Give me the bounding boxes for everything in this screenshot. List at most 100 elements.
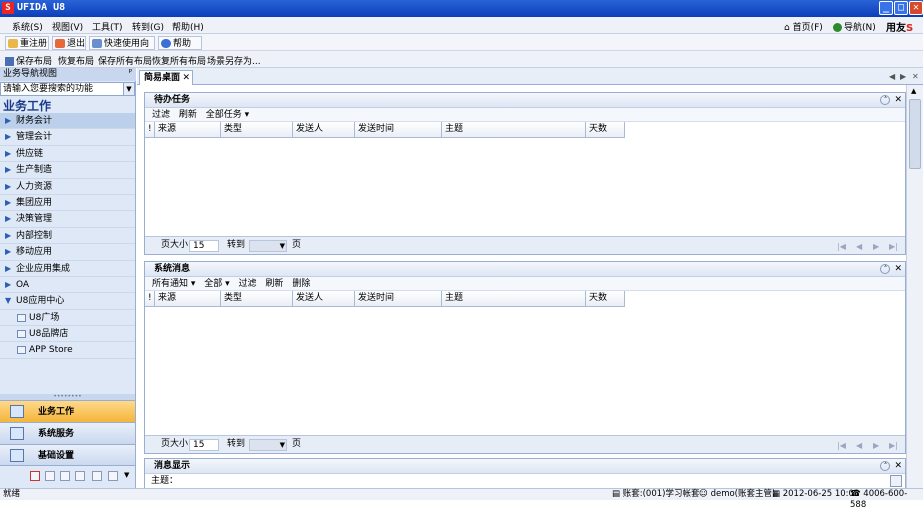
menu-tools[interactable]: 工具(T) <box>92 20 123 33</box>
nav-item-hr[interactable]: ▶ 人力资源 <box>0 179 135 195</box>
first-page-icon[interactable]: |◀ <box>837 238 846 255</box>
col-priority[interactable]: ! <box>145 122 155 138</box>
close-icon[interactable]: ✕ <box>894 264 902 274</box>
maximize-button[interactable]: □ <box>894 1 908 15</box>
tab-close-icon[interactable]: ✕ <box>182 71 190 85</box>
first-page-icon[interactable]: |◀ <box>837 437 846 454</box>
module-basic-settings[interactable]: 基础设置 <box>0 444 135 466</box>
module-shortcut-icon[interactable] <box>60 471 70 481</box>
goto-page-select[interactable]: ▼ <box>249 439 287 451</box>
tab-scroll-left-icon[interactable]: ◀ <box>889 72 895 81</box>
home-button[interactable]: ⌂ 首页(F) <box>784 20 823 33</box>
refresh-button[interactable]: 刷新 <box>179 110 197 120</box>
delete-button[interactable]: 删除 <box>292 279 310 289</box>
close-icon[interactable]: ✕ <box>894 95 902 105</box>
menu-help[interactable]: 帮助(H) <box>172 20 204 33</box>
pin-icon[interactable]: ᴾ <box>129 68 132 81</box>
nav-item-manufacturing[interactable]: ▶ 生产制造 <box>0 162 135 179</box>
col-type[interactable]: 类型 <box>221 291 293 307</box>
nav-item-finance[interactable]: ▶ 财务会计 <box>0 113 135 130</box>
module-shortcut-icon[interactable] <box>108 471 118 481</box>
save-scene-as-button[interactable]: 场景另存为... <box>207 54 261 67</box>
menu-system[interactable]: 系统(S) <box>12 20 43 33</box>
module-shortcut-icon[interactable] <box>45 471 55 481</box>
col-priority[interactable]: ! <box>145 291 155 307</box>
nav-item-decision[interactable]: ▶ 决策管理 <box>0 211 135 228</box>
filter-button[interactable]: 过滤 <box>152 110 170 120</box>
next-page-icon[interactable]: ▶ <box>873 238 879 255</box>
nav-item-internal-control[interactable]: ▶ 内部控制 <box>0 228 135 245</box>
nav-item-management-accounting[interactable]: ▶ 管理会计 <box>0 129 135 146</box>
nav-item-oa[interactable]: ▶ OA <box>0 277 135 294</box>
module-shortcut-icon[interactable] <box>75 471 85 481</box>
close-button[interactable]: ✕ <box>909 1 923 15</box>
restore-all-layouts-button[interactable]: 恢复所有布局 <box>152 54 206 67</box>
nav-item-mobile[interactable]: ▶ 移动应用 <box>0 244 135 261</box>
col-subject[interactable]: 主题 <box>442 122 586 138</box>
relogin-button[interactable]: 重注册 <box>5 36 49 50</box>
tab-scroll-right-icon[interactable]: ▶ <box>900 72 906 81</box>
exit-button[interactable]: 退出 <box>52 36 86 50</box>
col-send-time[interactable]: 发送时间 <box>355 291 442 307</box>
restore-layout-button[interactable]: 恢复布局 <box>58 54 94 67</box>
menu-view[interactable]: 视图(V) <box>52 20 83 33</box>
nav-subitem-u8-plaza[interactable]: U8广场 <box>0 310 135 327</box>
module-system-service[interactable]: 系统服务 <box>0 422 135 444</box>
save-all-layouts-button[interactable]: 保存所有布局 <box>98 54 152 67</box>
scope-dropdown[interactable]: 全部 ▾ <box>204 279 229 289</box>
help-icon <box>161 39 171 48</box>
collapse-icon[interactable]: ˄ <box>880 460 891 471</box>
brand-mark-icon: S <box>906 23 914 34</box>
expand-icon[interactable] <box>890 475 902 487</box>
close-icon[interactable]: ✕ <box>894 461 902 471</box>
next-page-icon[interactable]: ▶ <box>873 437 879 454</box>
col-days[interactable]: 天数 <box>586 122 625 138</box>
col-source[interactable]: 来源 <box>155 291 221 307</box>
module-shortcut-icon[interactable] <box>30 471 40 481</box>
col-source[interactable]: 来源 <box>155 122 221 138</box>
quick-wizard-button[interactable]: 快速使用向导 <box>89 36 155 63</box>
nav-button[interactable]: 导航(N) <box>833 20 876 33</box>
chevron-down-icon[interactable]: ▼ <box>124 471 134 481</box>
nav-item-group-apps[interactable]: ▶ 集团应用 <box>0 195 135 212</box>
nav-item-u8-app-center[interactable]: ▼ U8应用中心 <box>0 293 135 310</box>
last-page-icon[interactable]: ▶| <box>889 238 898 255</box>
task-type-dropdown[interactable]: 全部任务 ▾ <box>206 110 249 120</box>
help-button[interactable]: 帮助(H) <box>158 36 202 63</box>
col-sender[interactable]: 发送人 <box>293 291 355 307</box>
menu-goto[interactable]: 转到(G) <box>132 20 164 33</box>
function-search-input[interactable]: 请输入您要搜索的功能 ▼ <box>0 82 135 96</box>
page-size-input[interactable]: 15 <box>189 240 219 252</box>
collapse-icon[interactable]: ˄ <box>880 263 891 274</box>
save-layout-button[interactable]: 保存布局 <box>5 54 52 67</box>
nav-subitem-u8-store[interactable]: U8品牌店 <box>0 326 135 343</box>
nav-item-integration[interactable]: ▶ 企业应用集成 <box>0 261 135 277</box>
last-page-icon[interactable]: ▶| <box>889 437 898 454</box>
col-type[interactable]: 类型 <box>221 122 293 138</box>
datetime-status: ▦ 2012-06-25 10:08 <box>772 489 860 499</box>
minimize-button[interactable]: _ <box>879 1 893 15</box>
module-business-work[interactable]: 业务工作 <box>0 400 135 422</box>
vertical-scrollbar[interactable]: ▲ <box>906 85 923 488</box>
tab-simple-desktop[interactable]: 简易桌面 ✕ <box>139 70 194 85</box>
chevron-down-icon[interactable]: ▼ <box>123 83 134 95</box>
tab-close-all-icon[interactable]: ✕ <box>912 72 919 81</box>
scrollbar-thumb[interactable] <box>909 99 921 169</box>
col-days[interactable]: 天数 <box>586 291 625 307</box>
goto-page-select[interactable]: ▼ <box>249 240 287 252</box>
nav-item-supply-chain[interactable]: ▶ 供应链 <box>0 146 135 163</box>
module-shortcut-icon[interactable] <box>92 471 102 481</box>
refresh-button[interactable]: 刷新 <box>265 279 283 289</box>
nav-subitem-app-store[interactable]: APP Store <box>0 342 135 359</box>
col-send-time[interactable]: 发送时间 <box>355 122 442 138</box>
subject-row: 主题： <box>145 474 905 488</box>
page-size-input[interactable]: 15 <box>189 439 219 451</box>
col-subject[interactable]: 主题 <box>442 291 586 307</box>
scroll-up-icon[interactable]: ▲ <box>911 87 916 95</box>
notice-type-dropdown[interactable]: 所有通知 ▾ <box>152 279 195 289</box>
prev-page-icon[interactable]: ◀ <box>856 238 862 255</box>
filter-button[interactable]: 过滤 <box>239 279 257 289</box>
col-sender[interactable]: 发送人 <box>293 122 355 138</box>
prev-page-icon[interactable]: ◀ <box>856 437 862 454</box>
collapse-icon[interactable]: ˄ <box>880 94 891 105</box>
